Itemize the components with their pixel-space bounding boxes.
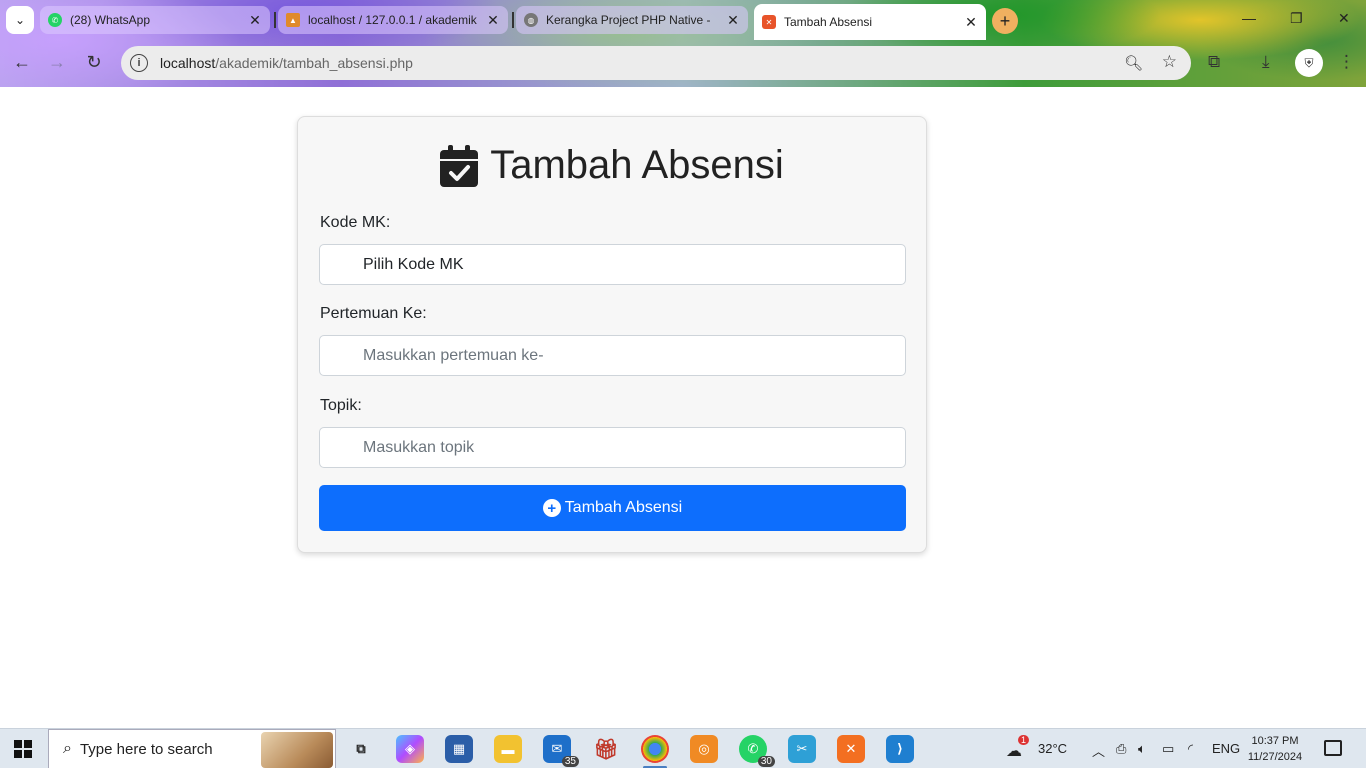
tab-title: Tambah Absensi bbox=[784, 15, 873, 29]
mail-badge: 35 bbox=[561, 756, 579, 767]
extensions-icon[interactable]: ⧉ bbox=[1208, 52, 1220, 72]
language-indicator[interactable]: ENG bbox=[1212, 741, 1240, 756]
topik-input[interactable]: Masukkan topik bbox=[319, 427, 906, 468]
tab-separator bbox=[274, 12, 276, 28]
minimize-icon[interactable]: — bbox=[1242, 10, 1256, 26]
vscode-icon[interactable]: ⟩ bbox=[886, 735, 914, 763]
tab-title: localhost / 127.0.0.1 / akademik bbox=[308, 13, 477, 27]
kode-mk-select[interactable]: Pilih Kode MK bbox=[319, 244, 906, 285]
browser-chrome: ⌄ ✆ (28) WhatsApp ✕ ▲ localhost / 127.0.… bbox=[0, 0, 1366, 87]
plus-icon: + bbox=[999, 10, 1011, 31]
mail-icon[interactable]: ✉ 35 bbox=[543, 735, 579, 767]
xampp-icon[interactable]: ✕ bbox=[837, 735, 865, 763]
download-icon[interactable]: ⤓ bbox=[1262, 52, 1270, 72]
site-info-icon[interactable]: i bbox=[130, 54, 148, 72]
submit-label: Tambah Absensi bbox=[564, 499, 683, 516]
volume-icon[interactable]: 🔈︎ bbox=[1138, 741, 1146, 757]
chevron-down-icon: ⌄ bbox=[14, 13, 26, 27]
pertemuan-input[interactable]: Masukkan pertemuan ke- bbox=[319, 335, 906, 376]
xampp-favicon-icon: ✕ bbox=[762, 15, 776, 29]
temperature-text[interactable]: 32°C bbox=[1038, 741, 1067, 756]
close-icon[interactable]: ✕ bbox=[726, 12, 740, 29]
tambah-absensi-button[interactable]: + Tambah Absensi bbox=[319, 485, 906, 531]
close-icon[interactable]: ✕ bbox=[964, 14, 978, 31]
plus-circle-icon: + bbox=[542, 499, 561, 517]
url-host: localhost bbox=[160, 55, 216, 71]
profile-avatar[interactable]: ⛨ bbox=[1295, 49, 1323, 77]
snipping-tool-icon[interactable]: ✂ bbox=[788, 735, 816, 763]
tab-separator bbox=[512, 12, 514, 28]
weather-badge: 1 bbox=[1018, 735, 1030, 745]
tab-bar: ⌄ ✆ (28) WhatsApp ✕ ▲ localhost / 127.0.… bbox=[0, 0, 1366, 40]
page-title: Tambah Absensi bbox=[298, 143, 926, 188]
whatsapp-badge: 30 bbox=[757, 756, 775, 767]
whatsapp-icon[interactable]: ✆ 30 bbox=[739, 735, 775, 767]
pertemuan-label: Pertemuan Ke: bbox=[320, 305, 427, 322]
gift-icon[interactable]: 🎁︎ bbox=[592, 735, 620, 763]
tab-title: Kerangka Project PHP Native - bbox=[546, 13, 711, 27]
search-icon: ⌕ bbox=[63, 740, 72, 757]
bookmark-star-icon[interactable]: ☆ bbox=[1162, 52, 1177, 72]
window-close-icon[interactable]: ✕ bbox=[1338, 10, 1350, 27]
zoom-icon[interactable]: 🔍︎ bbox=[1124, 54, 1143, 72]
new-tab-button[interactable]: + bbox=[992, 8, 1018, 34]
menu-kebab-icon[interactable]: ⋮ bbox=[1338, 52, 1355, 72]
sublime-icon[interactable]: ◎ bbox=[690, 735, 718, 763]
copilot-icon[interactable]: ◈ bbox=[396, 735, 424, 763]
topik-label: Topik: bbox=[320, 397, 362, 414]
close-icon[interactable]: ✕ bbox=[248, 12, 262, 29]
taskbar-search-box[interactable]: ⌕ Type here to search bbox=[48, 729, 336, 768]
meet-now-icon[interactable]: ⎙ bbox=[1116, 741, 1126, 757]
windows-start-icon[interactable] bbox=[14, 740, 32, 758]
shield-icon: ⛨ bbox=[1304, 55, 1314, 70]
address-bar[interactable]: i localhost/akademik/tambah_absensi.php … bbox=[121, 46, 1191, 80]
windows-taskbar: ⌕ Type here to search ⧉ ◈ ▦ ▬ ✉ 35 🎁︎ ◎ ✆… bbox=[0, 728, 1366, 768]
clock-date: 11/27/2024 bbox=[1247, 751, 1303, 763]
tab-whatsapp[interactable]: ✆ (28) WhatsApp ✕ bbox=[40, 6, 270, 34]
whatsapp-favicon-icon: ✆ bbox=[48, 13, 62, 27]
close-icon[interactable]: ✕ bbox=[486, 12, 500, 29]
task-view-icon[interactable]: ⧉ bbox=[347, 735, 375, 763]
notification-icon[interactable] bbox=[1324, 740, 1342, 756]
chevron-up-icon[interactable]: ︿ bbox=[1092, 741, 1105, 760]
globe-icon: ◍ bbox=[524, 13, 538, 27]
forward-icon[interactable]: → bbox=[45, 52, 69, 73]
calendar-check-icon bbox=[440, 144, 479, 187]
clock[interactable]: 10:37 PM 11/27/2024 bbox=[1245, 733, 1305, 765]
chrome-icon[interactable] bbox=[641, 735, 669, 768]
tab-tambah-absensi[interactable]: ✕ Tambah Absensi ✕ bbox=[754, 4, 986, 40]
phpmyadmin-favicon-icon: ▲ bbox=[286, 13, 300, 27]
wifi-icon[interactable]: ◜ bbox=[1188, 741, 1193, 757]
restore-icon[interactable]: ❐ bbox=[1290, 10, 1303, 27]
url-path: /akademik/tambah_absensi.php bbox=[215, 55, 413, 71]
microsoft-store-icon[interactable]: ▦ bbox=[445, 735, 473, 763]
tab-kerangka-project[interactable]: ◍ Kerangka Project PHP Native - ✕ bbox=[516, 6, 748, 34]
back-icon[interactable]: ← bbox=[10, 52, 34, 73]
search-highlight-image bbox=[261, 732, 333, 768]
browser-toolbar: ← → ↻ i localhost/akademik/tambah_absens… bbox=[0, 40, 1366, 87]
absensi-form-card: Tambah Absensi Kode MK: Pilih Kode MK Pe… bbox=[297, 116, 927, 553]
file-explorer-icon[interactable]: ▬ bbox=[494, 735, 522, 763]
tab-search-button[interactable]: ⌄ bbox=[6, 6, 34, 34]
search-placeholder: Type here to search bbox=[79, 740, 213, 758]
tab-title: (28) WhatsApp bbox=[70, 13, 151, 27]
url-text: localhost/akademik/tambah_absensi.php bbox=[160, 55, 413, 71]
clock-time: 10:37 PM bbox=[1251, 735, 1299, 747]
battery-icon[interactable]: ▭ bbox=[1162, 741, 1174, 757]
page-title-text: Tambah Absensi bbox=[490, 143, 784, 187]
reload-icon[interactable]: ↻ bbox=[82, 52, 106, 73]
kode-mk-label: Kode MK: bbox=[320, 214, 391, 231]
tab-phpmyadmin[interactable]: ▲ localhost / 127.0.0.1 / akademik ✕ bbox=[278, 6, 508, 34]
